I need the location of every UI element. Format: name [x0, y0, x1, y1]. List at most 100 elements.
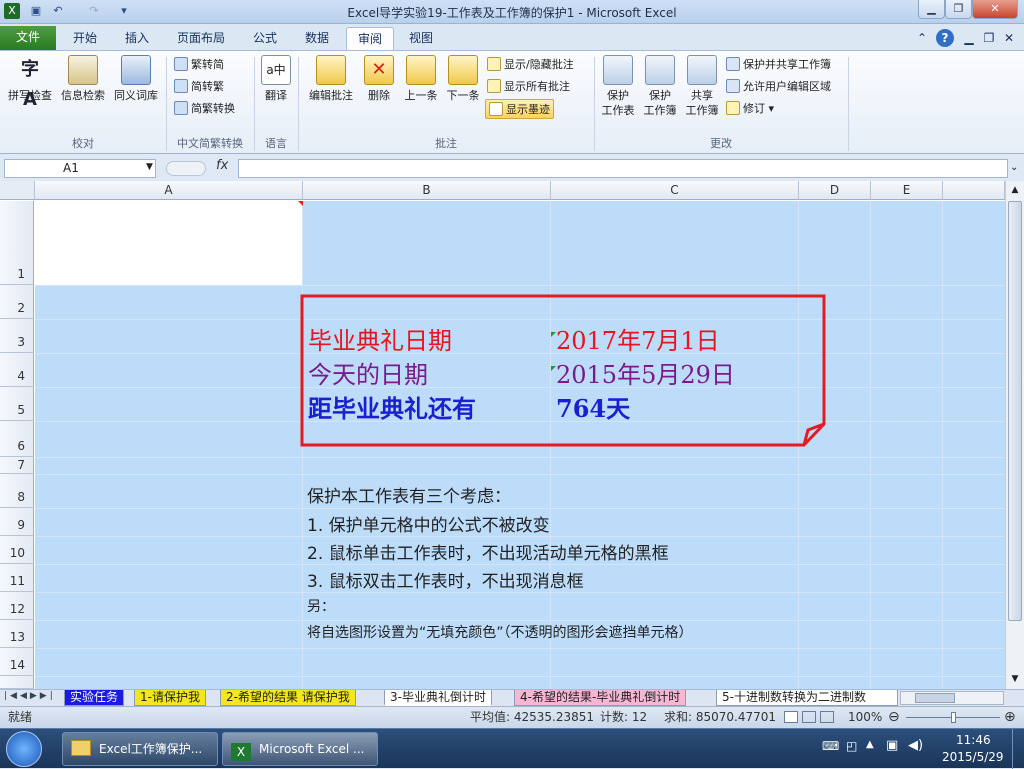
column-header-a[interactable]: A	[35, 181, 303, 200]
translate-button[interactable]: a中 翻译	[258, 55, 294, 103]
chinese-conversion-button[interactable]: 简繁转换	[174, 99, 235, 119]
tab-review[interactable]: 审阅	[346, 27, 394, 50]
show-ink-button[interactable]: 显示墨迹	[485, 99, 554, 119]
cell-c3[interactable]: 2017年7月1日	[556, 321, 720, 356]
vertical-scroll-thumb[interactable]	[1008, 201, 1022, 621]
edit-comment-button[interactable]: 编辑批注	[304, 55, 358, 103]
network-icon[interactable]: ▣	[886, 738, 898, 753]
row-header-5[interactable]: 5	[0, 387, 34, 421]
help-icon[interactable]: ?	[936, 29, 954, 47]
trad-to-simp-button[interactable]: 繁转简	[174, 55, 224, 75]
restore-workbook-icon[interactable]: ❐	[982, 27, 996, 50]
zoom-in-icon[interactable]: ⊕	[1004, 707, 1016, 728]
zoom-level[interactable]: 100%	[848, 707, 882, 728]
show-hide-comment-button[interactable]: 显示/隐藏批注	[487, 55, 574, 75]
sheet-tab-0[interactable]: 实验任务	[64, 690, 125, 706]
expand-formula-bar-icon[interactable]: ⌄	[1010, 162, 1018, 173]
column-header-b[interactable]: B	[303, 181, 551, 200]
previous-comment-button[interactable]: 上一条	[402, 55, 440, 103]
track-changes-button[interactable]: 修订 ▾	[726, 99, 774, 119]
row-header-9[interactable]: 9	[0, 508, 34, 536]
formula-input[interactable]	[238, 159, 1008, 178]
cell-b3[interactable]: 毕业典礼日期	[308, 321, 452, 356]
tab-data[interactable]: 数据	[294, 27, 340, 50]
keyboard-icon[interactable]: ⌨	[822, 739, 839, 753]
row-header-4[interactable]: 4	[0, 353, 34, 387]
cell-c4[interactable]: 2015年5月29日	[556, 355, 735, 390]
spell-check-button[interactable]: 字A 拼写检查	[4, 55, 56, 110]
taskbar-item-excel[interactable]: X Microsoft Excel ...	[222, 732, 378, 766]
column-header-e[interactable]: E	[871, 181, 943, 200]
row-header-12[interactable]: 12	[0, 592, 34, 620]
share-workbook-button[interactable]: 共享 工作簿	[682, 55, 722, 118]
tab-home[interactable]: 开始	[62, 27, 108, 50]
minimize-workbook-icon[interactable]: ▁	[962, 27, 976, 50]
next-comment-button[interactable]: 下一条	[443, 55, 483, 103]
column-header-f[interactable]	[943, 181, 1005, 200]
cell-b5[interactable]: 距毕业典礼还有	[308, 389, 476, 424]
column-header-d[interactable]: D	[799, 181, 871, 200]
cell-b11[interactable]: 3. 鼠标双击工作表时，不出现消息框	[307, 567, 584, 592]
close-button[interactable]: ✕	[972, 0, 1018, 19]
show-all-comments-button[interactable]: 显示所有批注	[487, 77, 570, 97]
sheet-nav-icons[interactable]: |◀◀▶▶|	[4, 691, 56, 701]
input-method-icon[interactable]: ◰	[846, 739, 857, 753]
sheet-tab-4[interactable]: 4-希望的结果-毕业典礼倒计时	[514, 690, 687, 706]
row-header-6[interactable]: 6	[0, 421, 34, 457]
row-header-10[interactable]: 10	[0, 536, 34, 564]
cell-b8[interactable]: 保护本工作表有三个考虑：	[307, 482, 511, 507]
select-all-button[interactable]	[0, 181, 35, 200]
simp-to-trad-button[interactable]: 简转繁	[174, 77, 224, 97]
column-header-c[interactable]: C	[551, 181, 799, 200]
windows-start-icon[interactable]	[6, 731, 42, 767]
sheet-tab-2[interactable]: 2-希望的结果 请保护我	[220, 690, 356, 706]
allow-edit-ranges-button[interactable]: 允许用户编辑区域	[726, 77, 831, 97]
show-hidden-icons[interactable]: ▲	[866, 739, 874, 750]
row-header-7[interactable]: 7	[0, 457, 34, 474]
horizontal-scrollbar[interactable]	[900, 691, 1004, 705]
row-header-1[interactable]: 1	[0, 201, 34, 285]
taskbar-item-explorer[interactable]: Excel工作簿保护...	[62, 732, 218, 766]
page-break-view-icon[interactable]	[820, 711, 834, 723]
scroll-up-icon[interactable]: ▲	[1007, 182, 1023, 198]
row-header-8[interactable]: 8	[0, 474, 34, 508]
cell-b13[interactable]: 将自选图形设置为“无填充颜色”（不透明的图形会遮挡单元格）	[307, 622, 693, 642]
tab-page-layout[interactable]: 页面布局	[168, 27, 234, 50]
zoom-slider-thumb[interactable]	[951, 712, 956, 723]
name-box[interactable]: A1	[4, 159, 156, 178]
row-header-11[interactable]: 11	[0, 564, 34, 592]
sheet-tab-5[interactable]: 5-十进制数转换为二进制数	[716, 690, 898, 706]
tab-insert[interactable]: 插入	[114, 27, 160, 50]
vertical-scrollbar[interactable]: ▲ ▼	[1005, 181, 1024, 689]
show-desktop-button[interactable]	[1012, 729, 1024, 769]
row-header-14[interactable]: 14	[0, 648, 34, 676]
row-header-15[interactable]	[0, 676, 34, 689]
tab-file[interactable]: 文件	[0, 26, 56, 50]
tab-view[interactable]: 视图	[398, 27, 444, 50]
normal-view-icon[interactable]	[784, 711, 798, 723]
name-box-dropdown-icon[interactable]: ▼	[146, 162, 153, 172]
sheet-tab-3[interactable]: 3-毕业典礼倒计时	[384, 690, 492, 706]
delete-comment-button[interactable]: ✕ 删除	[360, 55, 398, 103]
page-layout-view-icon[interactable]	[802, 711, 816, 723]
clock-time[interactable]: 11:46	[956, 733, 991, 747]
clock-date[interactable]: 2015/5/29	[942, 750, 1004, 764]
research-button[interactable]: 信息检索	[58, 55, 108, 103]
row-header-13[interactable]: 13	[0, 620, 34, 648]
scroll-down-icon[interactable]: ▼	[1007, 671, 1023, 687]
insert-function-icon[interactable]: fx	[216, 158, 228, 173]
cell-a1[interactable]	[35, 201, 303, 285]
minimize-button[interactable]: ▁	[918, 0, 945, 19]
tab-formulas[interactable]: 公式	[242, 27, 288, 50]
cell-b9[interactable]: 1. 保护单元格中的公式不被改变	[307, 511, 550, 536]
row-header-2[interactable]: 2	[0, 285, 34, 319]
protect-share-workbook-button[interactable]: 保护并共享工作簿	[726, 55, 831, 75]
cell-c5[interactable]: 764天	[556, 389, 630, 424]
row-header-3[interactable]: 3	[0, 319, 34, 353]
protect-workbook-button[interactable]: 保护 工作簿	[640, 55, 680, 118]
cell-b4[interactable]: 今天的日期	[308, 355, 428, 390]
volume-icon[interactable]: ◀)	[908, 738, 923, 753]
cell-b10[interactable]: 2. 鼠标单击工作表时，不出现活动单元格的黑框	[307, 539, 669, 564]
thesaurus-button[interactable]: 同义词库	[110, 55, 162, 103]
protect-sheet-button[interactable]: 保护 工作表	[598, 55, 638, 118]
